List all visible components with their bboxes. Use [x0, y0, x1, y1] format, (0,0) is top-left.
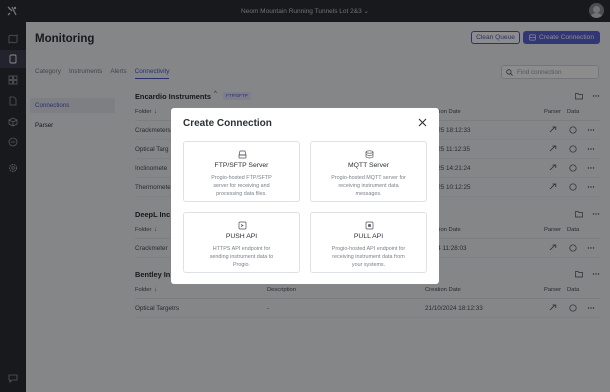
card-description: HTTPS API endpoint for sending instrumen…: [209, 246, 274, 268]
ftp-sftp-card[interactable]: FTP/SFTP Server Progio-hosted FTP/SFTP s…: [183, 141, 300, 202]
card-description: Progio-hosted FTP/SFTP server for receiv…: [211, 175, 272, 197]
server-icon: [238, 150, 247, 159]
push-api-card[interactable]: PUSH API HTTPS API endpoint for sending …: [183, 212, 300, 273]
card-title: MQTT Server: [347, 162, 390, 169]
pull-api-icon: [365, 221, 374, 230]
mqtt-card[interactable]: MQTT Server Progio-hosted MQTT server fo…: [310, 141, 427, 202]
pull-api-card[interactable]: PULL API Progio-hosted API endpoint for …: [310, 212, 427, 273]
card-title: FTP/SFTP Server: [214, 162, 269, 169]
close-icon[interactable]: [418, 118, 427, 127]
card-description: Progio-hosted MQTT server for receiving …: [331, 175, 406, 197]
dialog-title: Create Connection: [183, 118, 272, 129]
create-connection-dialog: Create Connection FTP/SFTP Server Progio…: [171, 108, 439, 284]
card-title: PULL API: [353, 233, 384, 240]
card-title: PUSH API: [225, 233, 258, 240]
card-description: Progio-hosted API endpoint for receiving…: [331, 246, 406, 268]
push-api-icon: [238, 221, 247, 230]
database-icon: [365, 150, 374, 159]
